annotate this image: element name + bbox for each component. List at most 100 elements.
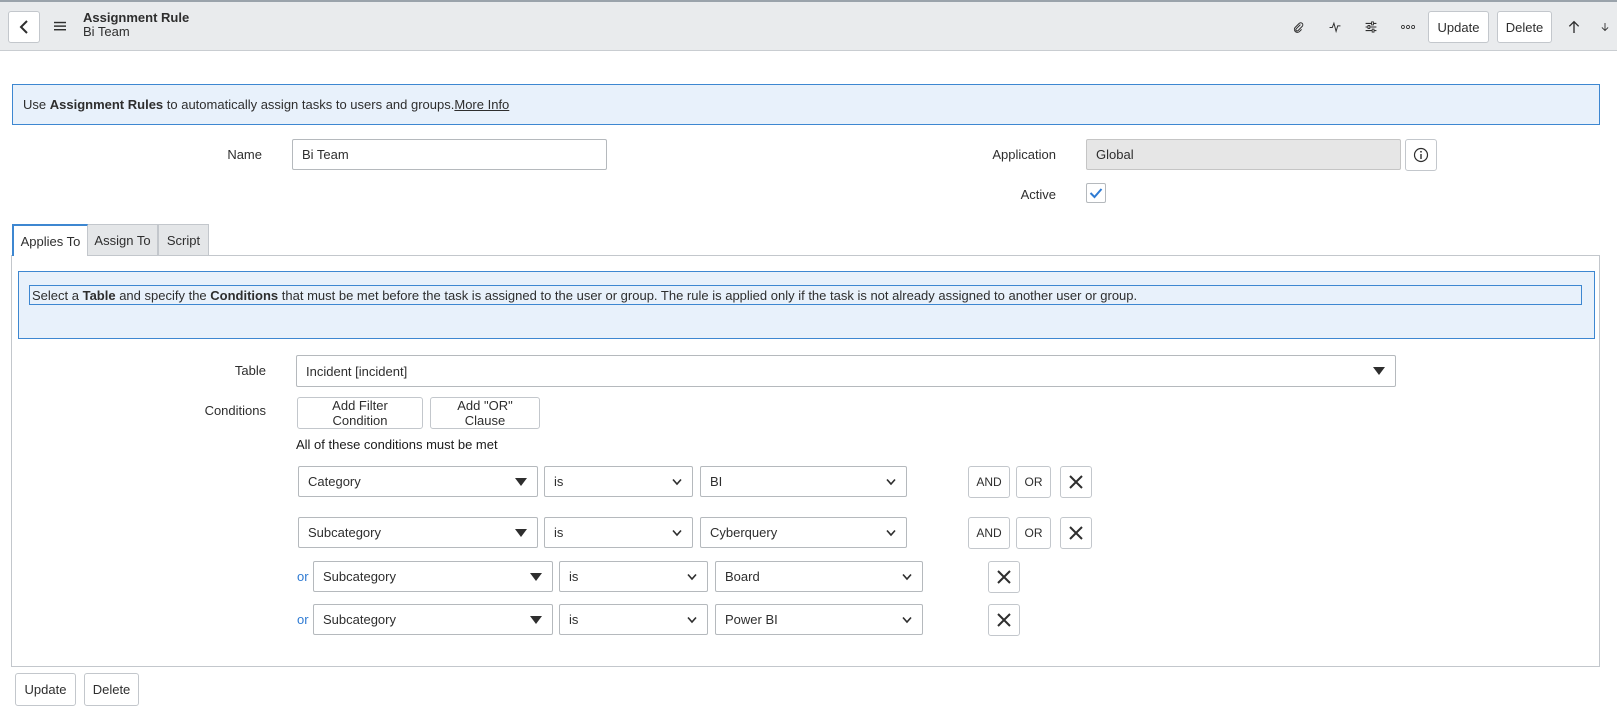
add-filter-condition-button[interactable]: Add Filter Condition [297,397,423,429]
condition-value-select[interactable]: BI [700,466,907,497]
condition-field-value: Subcategory [323,569,396,584]
condition-value-select[interactable]: Power BI [715,604,923,635]
table-select-value: Incident [incident] [306,363,408,379]
condition-field-select[interactable]: Subcategory [313,604,553,635]
condition-operator-select[interactable]: is [544,466,693,497]
application-label: Application [992,147,1056,162]
table-select[interactable]: Incident [incident] [296,355,1396,387]
condition-and-button[interactable]: AND [968,517,1010,549]
chevron-down-icon [902,616,912,623]
hamburger-icon [54,21,66,31]
personalize-form-button[interactable] [1359,15,1383,39]
info-text-suffix: to automatically assign tasks to users a… [163,97,455,112]
more-info-link[interactable]: More Info [454,97,509,112]
tab-script[interactable]: Script [158,224,209,255]
previous-record-button[interactable] [1562,15,1586,39]
condition-operator-select[interactable]: is [544,517,693,548]
or-prefix-label: or [297,612,309,627]
arrow-down-icon [1601,23,1609,32]
activity-button[interactable] [1323,15,1347,39]
condition-delete-button[interactable] [1060,466,1092,498]
info-banner: Use Assignment Rules to automatically as… [12,84,1600,125]
tab-assign-to[interactable]: Assign To [87,224,158,255]
tab-applies-to[interactable]: Applies To [12,224,88,256]
condition-operator-select[interactable]: is [559,561,708,592]
condition-operator-select[interactable]: is [559,604,708,635]
caret-down-icon [1373,367,1385,375]
name-label: Name [227,147,262,162]
paperclip-icon [1293,22,1304,33]
back-button[interactable] [8,11,40,43]
condition-operator-value: is [554,474,564,489]
attachment-button[interactable] [1286,15,1310,39]
header-title: Assignment Rule [83,10,190,25]
condition-operator-value: is [569,612,579,627]
footer-delete-button[interactable]: Delete [84,673,139,706]
condition-value: Cyberquery [710,525,778,540]
application-field: Global [1086,139,1401,170]
condition-operator-value: is [554,525,564,540]
form-header: Assignment Rule Bi Team Update Delete [0,0,1617,51]
close-icon [997,613,1011,627]
info-bold-text: Assignment Rules [49,97,164,112]
applies-to-info-banner: Select a Table and specify the Condition… [18,271,1595,339]
condition-field-select[interactable]: Subcategory [313,561,553,592]
condition-delete-button[interactable] [1060,517,1092,549]
more-dots-icon [1401,25,1415,29]
name-field[interactable]: Bi Team [292,139,607,170]
condition-delete-button[interactable] [988,561,1020,593]
sliders-icon [1365,21,1377,33]
chevron-down-icon [687,573,697,580]
chevron-down-icon [886,478,896,485]
conditions-label: Conditions [204,403,266,418]
condition-field-value: Subcategory [308,525,381,540]
condition-field-value: Subcategory [323,612,396,627]
chevron-down-icon [886,529,896,536]
close-icon [1069,475,1083,489]
condition-field-select[interactable]: Subcategory [298,517,538,548]
condition-value: BI [710,474,723,489]
chevron-down-icon [687,616,697,623]
active-checkbox[interactable] [1086,183,1106,203]
condition-delete-button[interactable] [988,604,1020,636]
condition-value: Board [725,569,760,584]
footer-update-button[interactable]: Update [15,673,76,706]
condition-value: Power BI [725,612,778,627]
add-or-clause-button[interactable]: Add "OR" Clause [430,397,540,429]
condition-field-select[interactable]: Category [298,466,538,497]
chevron-down-icon [672,529,682,536]
header-update-button[interactable]: Update [1428,11,1489,43]
header-delete-button[interactable]: Delete [1497,11,1552,43]
condition-operator-value: is [569,569,579,584]
condition-and-button[interactable]: AND [968,466,1010,498]
info-text: Select a [32,288,83,303]
info-message: Use Assignment Rules to automatically as… [23,97,509,112]
or-prefix-label: or [297,569,309,584]
condition-value-select[interactable]: Cyberquery [700,517,907,548]
close-icon [997,570,1011,584]
chevron-left-icon [19,20,28,34]
info-circle-icon [1413,147,1429,163]
condition-or-button[interactable]: OR [1016,466,1051,498]
applies-to-info-message: Select a Table and specify the Condition… [29,285,1582,305]
application-info-button[interactable] [1405,139,1437,171]
info-bold-table: Table [82,288,116,303]
info-text: Use [23,97,50,112]
chevron-down-icon [902,573,912,580]
arrow-up-icon [1568,20,1580,33]
condition-field-value: Category [308,474,361,489]
condition-or-button[interactable]: OR [1016,517,1051,549]
caret-down-icon [515,528,527,537]
more-options-button[interactable] [1395,15,1421,39]
caret-down-icon [515,477,527,486]
condition-value-select[interactable]: Board [715,561,923,592]
menu-button[interactable] [48,14,72,38]
close-icon [1069,526,1083,540]
caret-down-icon [530,615,542,624]
next-record-button[interactable] [1595,15,1615,39]
chevron-down-icon [672,478,682,485]
info-text: that must be met before the task is assi… [278,288,1138,303]
active-label: Active [1020,187,1056,202]
activity-pulse-icon [1329,21,1341,34]
caret-down-icon [530,572,542,581]
